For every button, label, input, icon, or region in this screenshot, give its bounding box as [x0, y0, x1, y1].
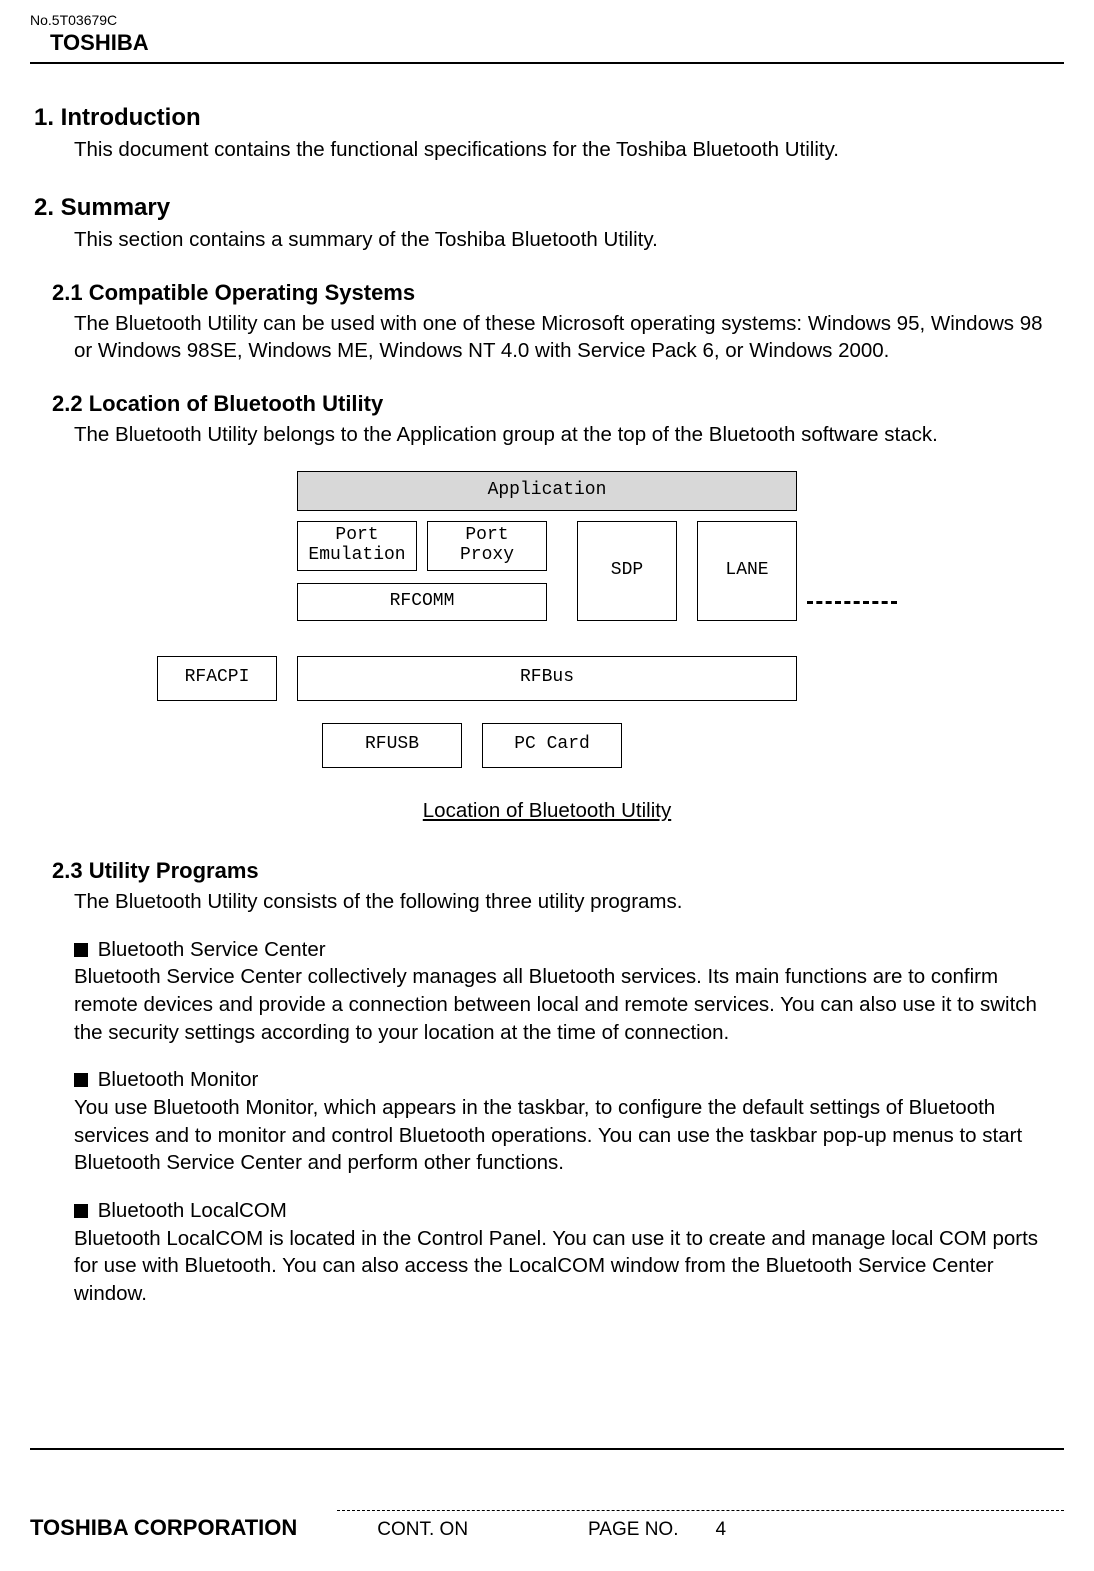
diagram-box-pc-card: PC Card	[482, 723, 622, 768]
diagram-caption: Location of Bluetooth Utility	[34, 797, 1060, 825]
corporation-name: TOSHIBA CORPORATION	[30, 1515, 297, 1541]
square-bullet-icon	[74, 1073, 88, 1087]
bullet-bsc-body: Bluetooth Service Center collectively ma…	[74, 963, 1060, 1046]
page-no-label: PAGE NO.	[588, 1519, 678, 1540]
bullet-localcom-body: Bluetooth LocalCOM is located in the Con…	[74, 1225, 1060, 1308]
diagram-box-port-emulation: Port Emulation	[297, 521, 417, 571]
bullet-monitor-title-text: Bluetooth Monitor	[92, 1068, 258, 1091]
square-bullet-icon	[74, 1204, 88, 1218]
diagram-box-sdp: SDP	[577, 521, 677, 621]
document-number: No.5T03679C	[30, 12, 1064, 28]
diagram-box-rfcomm: RFCOMM	[297, 583, 547, 621]
cont-on-label: CONT. ON	[377, 1519, 468, 1541]
brand-name: TOSHIBA	[50, 30, 1064, 56]
page-footer: TOSHIBA CORPORATION CONT. ON PAGE NO. 4	[30, 1448, 1064, 1541]
section-2-2-heading: 2.2 Location of Bluetooth Utility	[52, 389, 1060, 419]
bullet-monitor-body: You use Bluetooth Monitor, which appears…	[74, 1094, 1060, 1177]
diagram-box-rfbus: RFBus	[297, 656, 797, 701]
page-header: No.5T03679C TOSHIBA	[30, 0, 1064, 64]
square-bullet-icon	[74, 943, 88, 957]
section-2-body: This section contains a summary of the T…	[74, 226, 1060, 254]
bluetooth-stack-diagram: Application Port Emulation Port Proxy SD…	[157, 471, 937, 781]
diagram-box-rfacpi: RFACPI	[157, 656, 277, 701]
diagram-container: Application Port Emulation Port Proxy SD…	[34, 471, 1060, 781]
bullet-localcom-title: Bluetooth LocalCOM	[74, 1197, 1060, 1225]
section-2-1-body: The Bluetooth Utility can be used with o…	[74, 310, 1060, 365]
bullet-localcom-title-text: Bluetooth LocalCOM	[92, 1199, 287, 1222]
section-2-2-body: The Bluetooth Utility belongs to the App…	[74, 421, 1060, 449]
section-2-3-intro: The Bluetooth Utility consists of the fo…	[74, 888, 1060, 916]
bullet-bsc-title: Bluetooth Service Center	[74, 936, 1060, 964]
footer-right-block: CONT. ON PAGE NO. 4	[337, 1510, 1064, 1541]
section-2-heading: 2. Summary	[34, 192, 1060, 224]
bullet-monitor-title: Bluetooth Monitor	[74, 1066, 1060, 1094]
diagram-dashed-line	[807, 601, 897, 604]
page-no-value: 4	[715, 1519, 726, 1540]
section-2-1-heading: 2.1 Compatible Operating Systems	[52, 278, 1060, 308]
footer-row: TOSHIBA CORPORATION CONT. ON PAGE NO. 4	[30, 1510, 1064, 1541]
section-1-heading: 1. Introduction	[34, 102, 1060, 134]
footer-rule	[30, 1448, 1064, 1450]
bullet-bsc-title-text: Bluetooth Service Center	[92, 938, 326, 961]
diagram-box-application: Application	[297, 471, 797, 511]
diagram-box-lane: LANE	[697, 521, 797, 621]
section-1-body: This document contains the functional sp…	[74, 136, 1060, 164]
diagram-box-port-proxy: Port Proxy	[427, 521, 547, 571]
diagram-box-rfusb: RFUSB	[322, 723, 462, 768]
page-content: 1. Introduction This document contains t…	[30, 64, 1064, 1308]
section-2-3-heading: 2.3 Utility Programs	[52, 856, 1060, 886]
